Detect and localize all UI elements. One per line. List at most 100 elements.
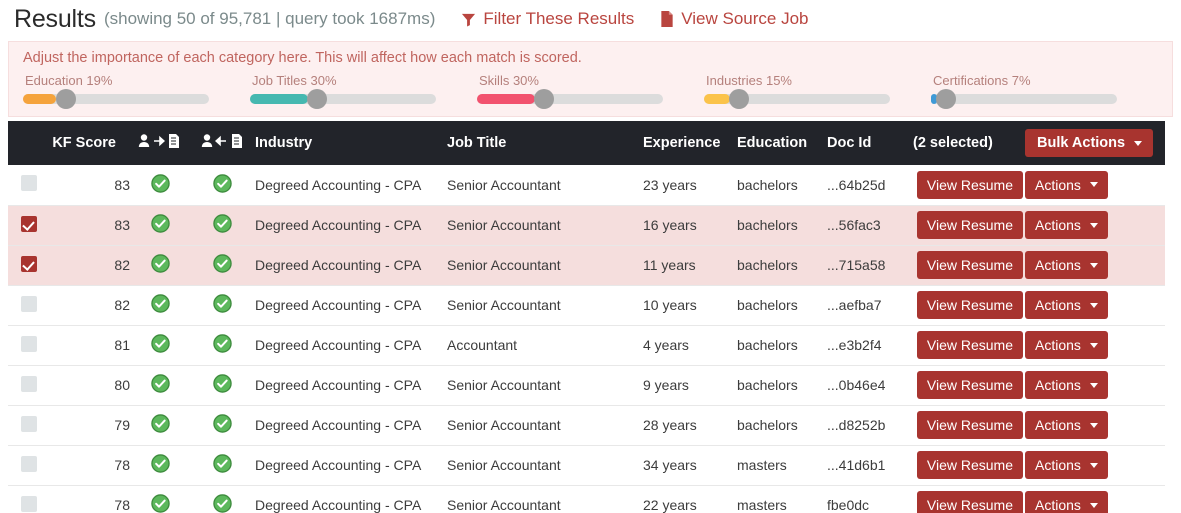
category-weights-panel: Adjust the importance of each category h… <box>8 41 1173 117</box>
row-select-cell[interactable] <box>8 245 50 286</box>
row-checkbox[interactable] <box>21 455 37 472</box>
slider-track-industries[interactable] <box>704 89 890 109</box>
row-select-cell[interactable] <box>8 285 50 326</box>
row-job-title: Senior Accountant <box>447 285 643 326</box>
row-experience: 16 years <box>643 205 737 246</box>
table-row[interactable]: 83 Degreed Accounting - CPA Senior Account… <box>8 165 1165 206</box>
actions-button[interactable]: Actions <box>1025 170 1108 199</box>
table-row[interactable]: 78 Degreed Accounting - CPA Senior Account… <box>8 445 1165 486</box>
row-kf-score: 83 <box>50 205 130 246</box>
header-doc-id[interactable]: Doc Id <box>827 121 913 165</box>
actions-button[interactable]: Actions <box>1025 450 1108 480</box>
view-resume-button[interactable]: View Resume <box>916 290 1023 320</box>
view-resume-button[interactable]: View Resume <box>916 490 1023 513</box>
slider-handle-certifications[interactable] <box>935 89 956 109</box>
actions-button[interactable]: Actions <box>1025 290 1108 320</box>
header-education[interactable]: Education <box>737 121 827 165</box>
row-person-to-doc-match <box>130 445 190 486</box>
row-kf-score: 82 <box>50 245 130 286</box>
header-person-to-doc[interactable] <box>130 121 190 165</box>
row-select-cell[interactable] <box>8 405 50 446</box>
actions-label: Actions <box>1035 376 1081 393</box>
view-resume-button[interactable]: View Resume <box>916 450 1023 480</box>
row-doc-id: ...e3b2f4 <box>827 325 913 366</box>
row-select-cell[interactable] <box>8 325 50 366</box>
chevron-down-icon <box>1089 462 1098 468</box>
row-industry: Degreed Accounting - CPA <box>255 245 447 286</box>
match-check-icon <box>213 334 232 356</box>
header-experience[interactable]: Experience <box>643 121 737 165</box>
row-checkbox[interactable] <box>21 495 37 512</box>
table-row[interactable]: 79 Degreed Accounting - CPA Senior Account… <box>8 405 1165 446</box>
actions-button[interactable]: Actions <box>1025 250 1108 280</box>
actions-button[interactable]: Actions <box>1025 370 1108 400</box>
slider-handle-industries[interactable] <box>729 89 750 109</box>
row-checkbox[interactable] <box>21 295 37 312</box>
slider-handle-education[interactable] <box>55 89 76 109</box>
row-doc-id: ...41d6b1 <box>827 445 913 486</box>
bulk-actions-label: Bulk Actions <box>1037 135 1126 151</box>
table-row[interactable]: 81 Degreed Accounting - CPA Accountant 4 ye… <box>8 325 1165 366</box>
row-select-cell[interactable] <box>8 165 50 206</box>
row-education: bachelors <box>737 285 827 326</box>
row-select-cell[interactable] <box>8 205 50 246</box>
view-resume-button[interactable]: View Resume <box>916 210 1023 240</box>
table-row[interactable]: 83 Degreed Accounting - CPA Senior Account… <box>8 205 1165 246</box>
header-doc-to-person[interactable] <box>190 121 255 165</box>
results-table-wrapper: KF Score Industry Job Title Experience E… <box>8 121 1165 513</box>
row-education: bachelors <box>737 245 827 286</box>
view-resume-button[interactable]: View Resume <box>916 410 1023 440</box>
row-kf-score: 78 <box>50 485 130 513</box>
table-row[interactable]: 82 Degreed Accounting - CPA Senior Account… <box>8 245 1165 286</box>
row-experience: 28 years <box>643 405 737 446</box>
row-checkbox[interactable] <box>21 335 37 352</box>
row-checkbox[interactable] <box>21 175 37 192</box>
actions-button[interactable]: Actions <box>1025 210 1108 240</box>
row-education: masters <box>737 445 827 486</box>
row-person-to-doc-match <box>130 285 190 326</box>
view-resume-button[interactable]: View Resume <box>916 370 1023 400</box>
slider-track-skills[interactable] <box>477 89 663 109</box>
chevron-down-icon <box>1089 502 1098 508</box>
weight-sliders: Education 19% Job Titles 30% Skills 30% <box>23 73 1158 109</box>
view-resume-button[interactable]: View Resume <box>916 170 1023 199</box>
row-actions-cell: Actions <box>1025 205 1165 246</box>
view-resume-button[interactable]: View Resume <box>916 250 1023 280</box>
slider-track-job-titles[interactable] <box>250 89 436 109</box>
match-check-icon <box>213 374 232 396</box>
row-education: bachelors <box>737 205 827 246</box>
chevron-down-icon <box>1089 342 1098 348</box>
row-checkbox[interactable] <box>21 255 37 272</box>
selected-count: (2 selected) <box>913 121 1025 165</box>
slider-track-education[interactable] <box>23 89 209 109</box>
bulk-actions-button[interactable]: Bulk Actions <box>1025 129 1154 157</box>
row-select-cell[interactable] <box>8 445 50 486</box>
row-person-to-doc-match <box>130 245 190 286</box>
table-row[interactable]: 78 Degreed Accounting - CPA Senior Account… <box>8 485 1165 513</box>
filter-these-results-link[interactable]: Filter These Results <box>461 9 634 29</box>
row-select-cell[interactable] <box>8 365 50 406</box>
slider-handle-skills[interactable] <box>533 89 554 109</box>
header-industry[interactable]: Industry <box>255 121 447 165</box>
table-row[interactable]: 80 Degreed Accounting - CPA Senior Account… <box>8 365 1165 406</box>
actions-button[interactable]: Actions <box>1025 410 1108 440</box>
select-all-header[interactable] <box>8 121 50 165</box>
header-kf-score[interactable]: KF Score <box>50 121 130 165</box>
view-source-job-link[interactable]: View Source Job <box>660 9 809 29</box>
results-meta: (showing 50 of 95,781 | query took 1687m… <box>103 9 436 28</box>
slider-handle-job-titles[interactable] <box>306 89 327 109</box>
view-resume-button[interactable]: View Resume <box>916 330 1023 360</box>
table-row[interactable]: 82 Degreed Accounting - CPA Senior Account… <box>8 285 1165 326</box>
row-doc-to-person-match <box>190 205 255 246</box>
actions-button[interactable]: Actions <box>1025 330 1108 360</box>
row-education: bachelors <box>737 165 827 206</box>
row-checkbox[interactable] <box>21 415 37 432</box>
actions-button[interactable]: Actions <box>1025 490 1108 513</box>
row-select-cell[interactable] <box>8 485 50 513</box>
row-checkbox[interactable] <box>21 215 37 232</box>
row-kf-score: 82 <box>50 285 130 326</box>
slider-track-certifications[interactable] <box>931 89 1117 109</box>
header-job-title[interactable]: Job Title <box>447 121 643 165</box>
row-checkbox[interactable] <box>21 375 37 392</box>
row-kf-score: 83 <box>50 165 130 206</box>
